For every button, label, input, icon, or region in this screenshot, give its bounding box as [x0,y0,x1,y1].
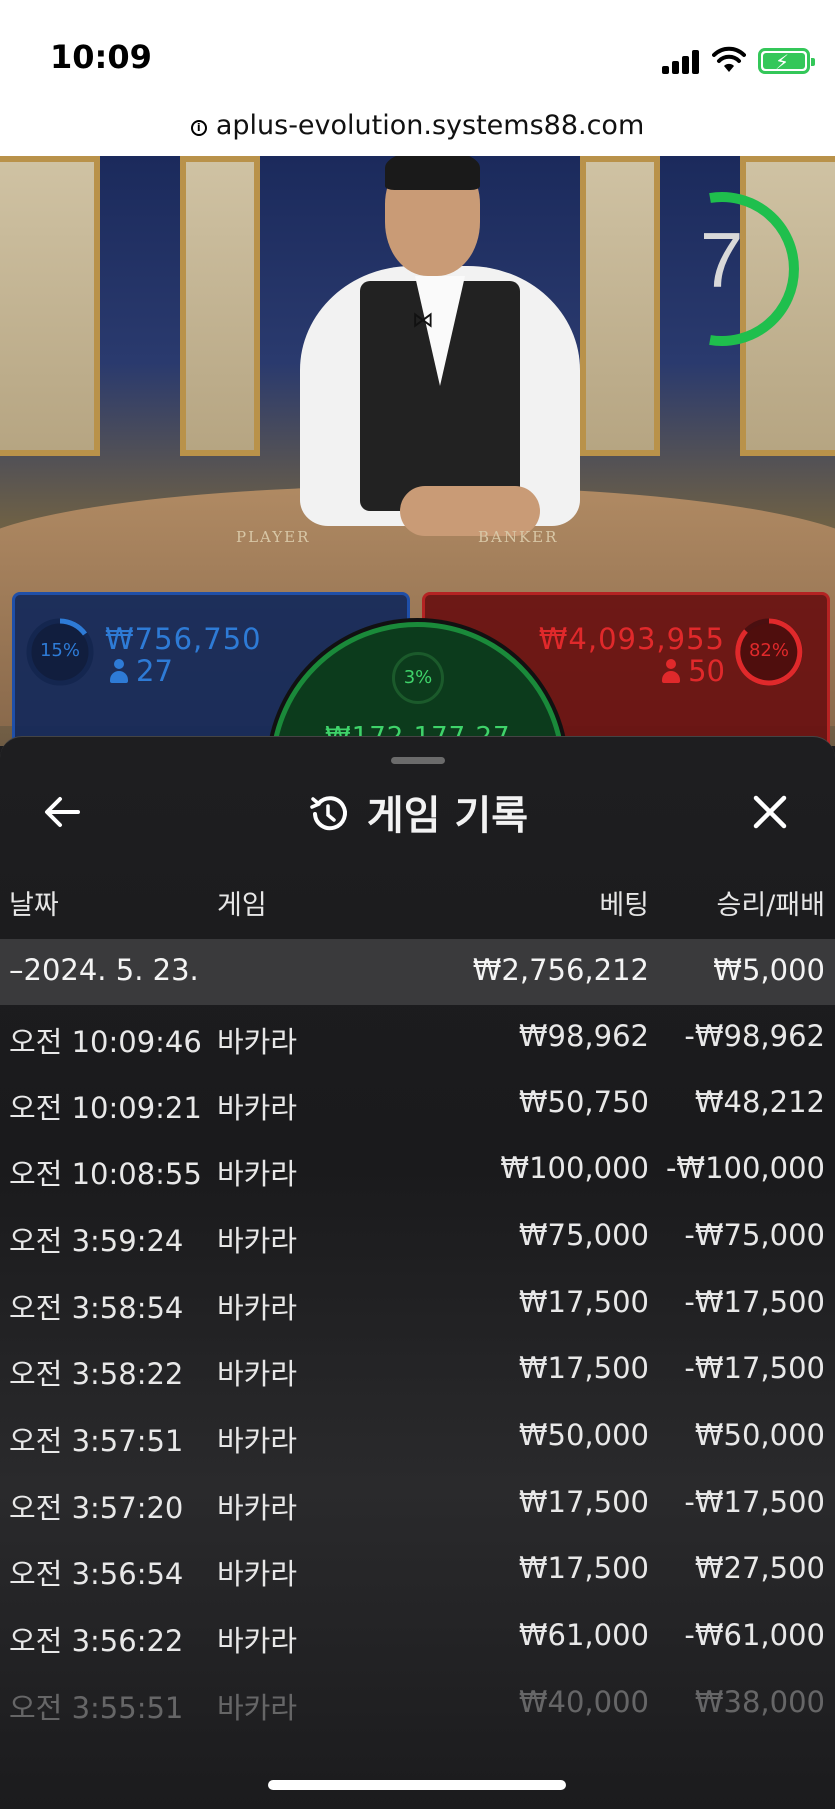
row-time: 오전 3:58:54 [9,1291,184,1325]
cellular-signal-icon [662,50,700,74]
address-bar[interactable]: i aplus-evolution.systems88.com [0,100,835,156]
row-game: 바카라 [217,1424,298,1458]
row-result: -₩98,962 [684,1019,825,1053]
row-result: ₩50,000 [694,1418,825,1452]
row-result: ₩27,500 [694,1551,825,1585]
history-row[interactable]: 오전 10:08:55 바카라 ₩100,000 -₩100,000 [0,1137,835,1203]
row-game: 바카라 [217,1224,298,1258]
row-bet: ₩40,000 [518,1685,649,1719]
bowtie-icon: ⋈ [412,308,434,333]
row-result: -₩100,000 [665,1151,825,1185]
row-bet: ₩50,000 [518,1418,649,1452]
banker-amount: ₩4,093,955 [538,622,725,656]
sheet-header: 게임 기록 [0,783,835,843]
row-time: 오전 3:56:54 [9,1557,184,1591]
url-text: aplus-evolution.systems88.com [215,110,645,141]
row-bet: ₩17,500 [518,1551,649,1585]
banker-count-value: 50 [688,654,725,688]
history-row[interactable]: 오전 3:57:20 바카라 ₩17,500 -₩17,500 [0,1471,835,1537]
row-game: 바카라 [217,1691,298,1725]
row-time: 오전 10:09:21 [9,1091,202,1125]
row-bet: ₩17,500 [518,1485,649,1519]
history-row[interactable]: 오전 3:56:54 바카라 ₩17,500 ₩27,500 [0,1537,835,1603]
column-header-game: 게임 [217,890,267,921]
info-icon[interactable]: i [190,120,207,136]
column-header-bet: 베팅 [599,890,649,921]
column-header-result: 승리/패배 [716,890,825,921]
dealer-hair [385,156,480,190]
row-time: 오전 3:58:22 [9,1357,184,1391]
battery-charging-icon: ⚡ [758,48,815,74]
row-game: 바카라 [217,1357,298,1391]
row-result: ₩48,212 [694,1085,825,1119]
row-game: 바카라 [217,1491,298,1525]
row-bet: ₩61,000 [518,1618,649,1652]
table-label-player: PLAYER [236,528,311,546]
row-game: 바카라 [217,1091,298,1125]
row-time: 오전 3:55:51 [9,1691,184,1725]
row-result: -₩17,500 [684,1285,825,1319]
player-amount: ₩756,750 [105,622,262,656]
status-bar: 10:09 ⚡ [0,0,835,100]
row-time: 오전 3:57:51 [9,1424,184,1458]
row-game: 바카라 [217,1624,298,1658]
history-row[interactable]: 오전 3:55:51 바카라 ₩40,000 ₩38,000 [0,1671,835,1737]
home-indicator[interactable] [268,1780,566,1790]
history-row[interactable]: 오전 3:57:51 바카라 ₩50,000 ₩50,000 [0,1404,835,1470]
person-icon [110,659,128,683]
row-game: 바카라 [217,1025,298,1059]
countdown-number: 7 [700,216,744,304]
row-result: -₩17,500 [684,1485,825,1519]
game-history-sheet: 게임 기록 날짜 게임 베팅 승리/패배 –2024. 5. 23. ₩2,75… [0,736,835,1809]
row-bet: ₩17,500 [518,1351,649,1385]
banker-percent: 82% [748,640,789,661]
row-time: 오전 10:08:55 [9,1157,202,1191]
row-result: -₩17,500 [684,1351,825,1385]
row-result: -₩61,000 [684,1618,825,1652]
row-game: 바카라 [217,1157,298,1191]
row-bet: ₩50,750 [518,1085,649,1119]
history-clock-icon [310,796,347,831]
history-row[interactable]: 오전 3:58:54 바카라 ₩17,500 -₩17,500 [0,1271,835,1337]
row-game: 바카라 [217,1291,298,1325]
date-group-date: –2024. 5. 23. [9,953,199,987]
row-bet: ₩75,000 [518,1218,649,1252]
sheet-grabber[interactable] [391,757,445,764]
row-bet: ₩100,000 [500,1151,649,1185]
history-row[interactable]: 오전 10:09:21 바카라 ₩50,750 ₩48,212 [0,1071,835,1137]
wall-panel [0,156,100,456]
history-row[interactable]: 오전 10:09:46 바카라 ₩98,962 -₩98,962 [0,1005,835,1071]
date-group-row[interactable]: –2024. 5. 23. ₩2,756,212 ₩5,000 [0,939,835,1005]
row-bet: ₩17,500 [518,1285,649,1319]
history-row[interactable]: 오전 3:59:24 바카라 ₩75,000 -₩75,000 [0,1204,835,1270]
date-group-result: ₩5,000 [713,953,825,987]
sheet-title: 게임 기록 [366,793,529,839]
row-result: ₩38,000 [694,1685,825,1719]
row-game: 바카라 [217,1557,298,1591]
history-row[interactable]: 오전 3:58:22 바카라 ₩17,500 -₩17,500 [0,1337,835,1403]
table-label-banker: BANKER [478,528,559,546]
person-icon [662,659,681,683]
wall-panel [580,156,660,456]
wifi-icon [712,46,746,72]
row-bet: ₩98,962 [518,1019,649,1053]
status-time: 10:09 [50,38,152,76]
close-icon[interactable] [750,792,790,832]
date-group-bet: ₩2,756,212 [472,953,649,987]
row-time: 오전 3:56:22 [9,1624,184,1658]
history-row[interactable]: 오전 3:56:22 바카라 ₩61,000 -₩61,000 [0,1604,835,1670]
player-count: 27 [110,654,173,688]
tie-percent: 3% [392,652,444,704]
row-time: 오전 3:59:24 [9,1224,184,1258]
row-result: -₩75,000 [684,1218,825,1252]
player-count-value: 27 [136,654,173,688]
player-percent: 15% [39,640,80,661]
column-header-date: 날짜 [9,890,59,921]
row-time: 오전 10:09:46 [9,1025,202,1059]
row-time: 오전 3:57:20 [9,1491,184,1525]
wall-panel [180,156,260,456]
banker-count: 50 [662,654,725,688]
